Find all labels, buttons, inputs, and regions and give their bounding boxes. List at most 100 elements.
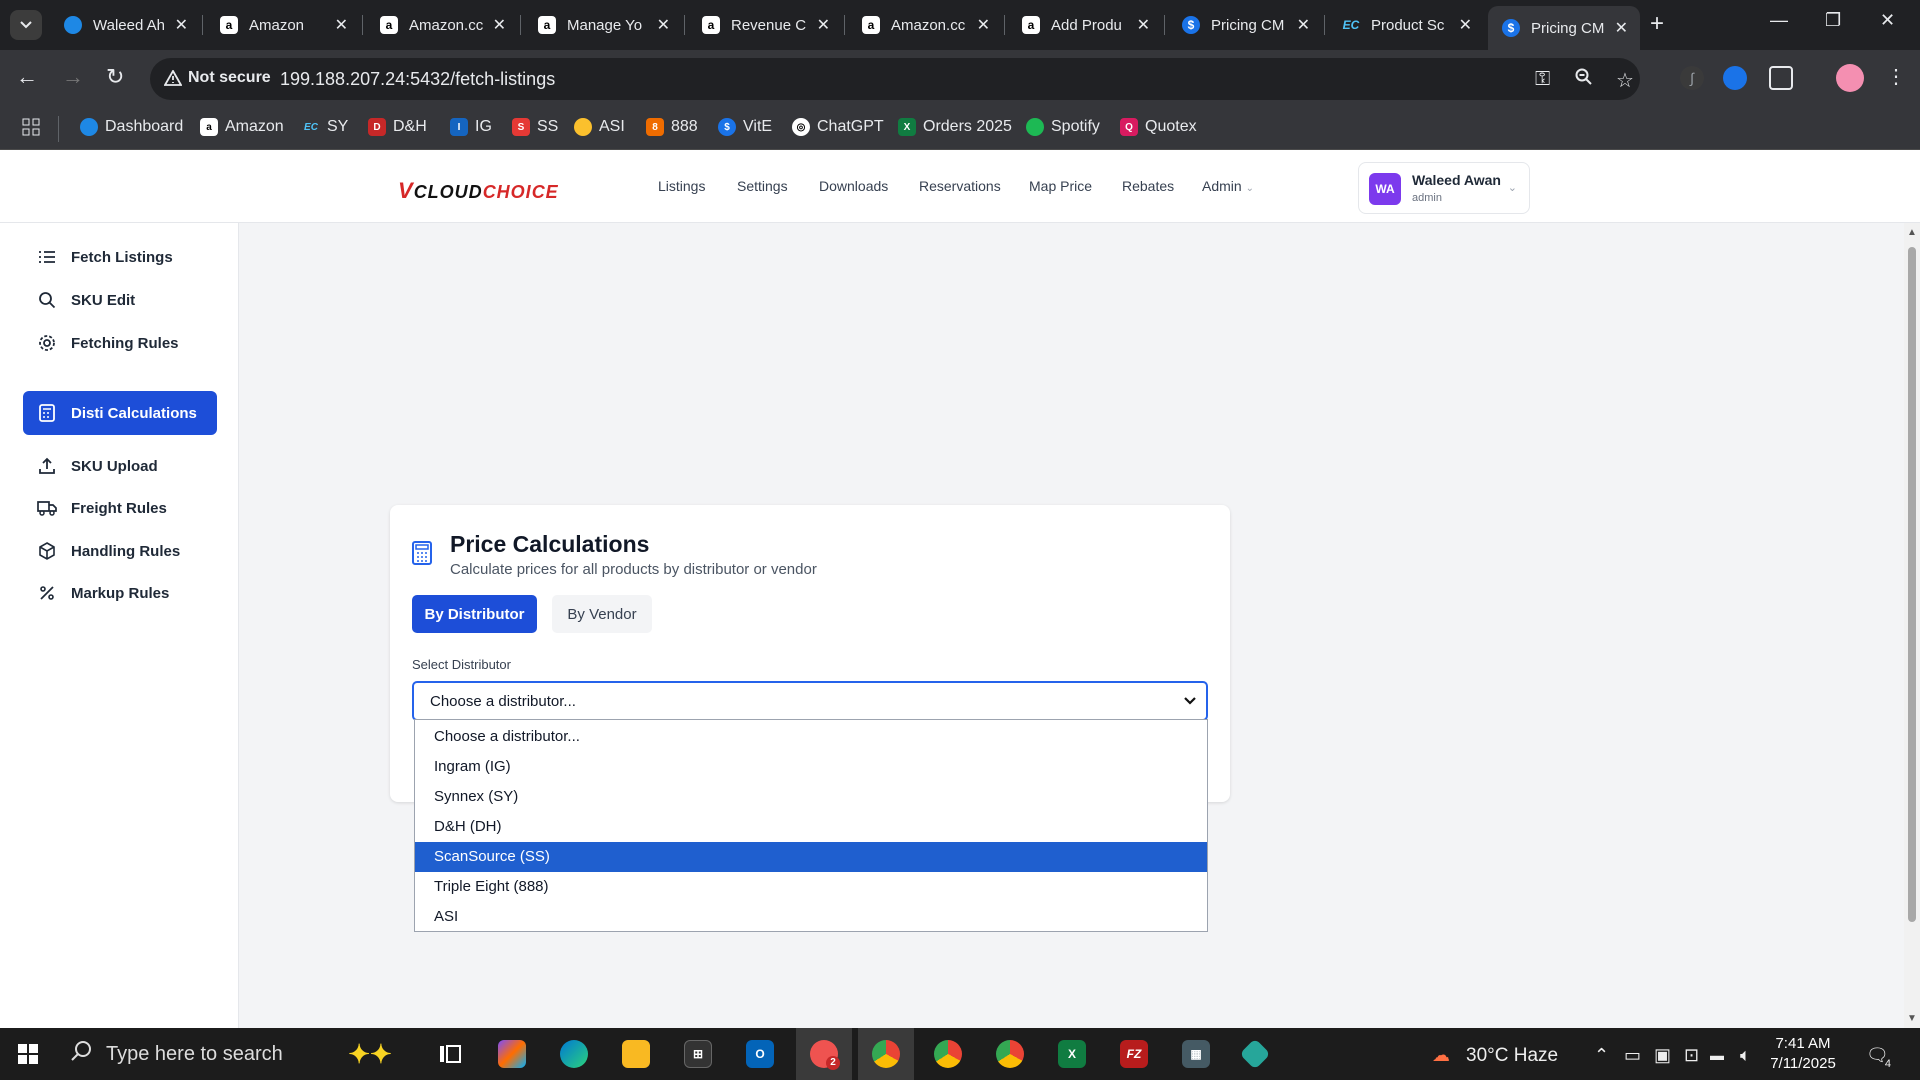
tab-6[interactable]: a Add Produ ✕ xyxy=(1008,8,1162,42)
bookmark-dh[interactable]: D D&H xyxy=(368,118,427,136)
kebab-menu-icon[interactable]: ⋮ xyxy=(1886,66,1906,88)
close-icon[interactable]: ✕ xyxy=(335,15,348,35)
by-distributor-button[interactable]: By Distributor xyxy=(412,595,537,633)
bookmark-vite[interactable]: $ VitE xyxy=(718,118,772,136)
sidebar-item-sku-edit[interactable]: SKU Edit xyxy=(23,278,217,322)
edge-icon[interactable] xyxy=(560,1040,588,1068)
nav-admin[interactable]: Admin ⌄ xyxy=(1202,178,1254,194)
close-icon[interactable]: ✕ xyxy=(1459,15,1472,35)
tab-3[interactable]: a Manage Yo ✕ xyxy=(524,8,682,42)
taskbar-search[interactable]: Type here to search xyxy=(60,1028,360,1080)
window-close-icon[interactable]: ✕ xyxy=(1880,10,1895,31)
bookmark-chatgpt[interactable]: ◎ ChatGPT xyxy=(792,118,884,136)
user-menu[interactable]: WA Waleed Awan admin ⌄ xyxy=(1358,162,1530,214)
sidebar-item-disti-calculations[interactable]: Disti Calculations xyxy=(23,391,217,435)
close-icon[interactable]: ✕ xyxy=(1297,15,1310,35)
forward-icon[interactable]: → xyxy=(62,66,84,88)
bookmark-amazon[interactable]: a Amazon xyxy=(200,118,284,136)
close-icon[interactable]: ✕ xyxy=(1137,15,1150,35)
close-icon[interactable]: ✕ xyxy=(1615,18,1628,38)
meet-icon[interactable]: ▣ xyxy=(1654,1045,1671,1066)
bookmark-dashboard[interactable]: Dashboard xyxy=(80,118,183,136)
network-icon[interactable]: ⊡ xyxy=(1684,1045,1699,1066)
weather-icon[interactable]: ☁ xyxy=(1432,1045,1450,1066)
battery-icon[interactable]: ▬ xyxy=(1710,1047,1724,1063)
notification-icon[interactable]: 🗨︎4 xyxy=(1866,1045,1895,1070)
nav-downloads[interactable]: Downloads xyxy=(819,178,888,194)
reload-icon[interactable]: ↻ xyxy=(106,66,124,88)
close-icon[interactable]: ✕ xyxy=(493,15,506,35)
scroll-down-icon[interactable]: ▼ xyxy=(1907,1013,1917,1024)
nav-settings[interactable]: Settings xyxy=(737,178,788,194)
bookmark-ig[interactable]: I IG xyxy=(450,118,492,136)
option-asi[interactable]: ASI xyxy=(415,902,1207,932)
scroll-up-icon[interactable]: ▲ xyxy=(1907,227,1917,238)
extension-blue-icon[interactable] xyxy=(1723,66,1747,90)
volume-icon[interactable]: 🔈︎ xyxy=(1740,1045,1751,1066)
close-icon[interactable]: ✕ xyxy=(977,15,990,35)
option-ingram[interactable]: Ingram (IG) xyxy=(415,752,1207,782)
nav-rebates[interactable]: Rebates xyxy=(1122,178,1174,194)
close-icon[interactable]: ✕ xyxy=(817,15,830,35)
excel-icon[interactable]: X xyxy=(1058,1040,1086,1068)
back-icon[interactable]: ← xyxy=(16,66,38,88)
profile-avatar-icon[interactable] xyxy=(1836,64,1864,92)
chevron-up-icon[interactable]: ⌃ xyxy=(1594,1045,1609,1066)
address-bar[interactable]: Not secure 199.188.207.24:5432/fetch-lis… xyxy=(150,58,1640,100)
filezilla-icon[interactable]: FZ xyxy=(1120,1040,1148,1068)
file-explorer-icon[interactable] xyxy=(622,1040,650,1068)
bookmark-spotify[interactable]: Spotify xyxy=(1026,118,1100,136)
app-diamond-icon[interactable] xyxy=(1239,1038,1271,1070)
close-icon[interactable]: ✕ xyxy=(657,15,670,35)
ms-store-icon[interactable]: ⊞ xyxy=(684,1040,712,1068)
display-icon[interactable]: ▭ xyxy=(1624,1045,1641,1066)
bookmark-sy[interactable]: EC SY xyxy=(302,118,348,136)
bookmark-asi[interactable]: ASI xyxy=(574,118,625,136)
extension-feather-icon[interactable]: ∫ xyxy=(1680,66,1704,90)
vcloudchoice-logo[interactable]: VCLOUDCHOICE xyxy=(398,178,559,204)
windows-start-icon[interactable] xyxy=(18,1044,38,1064)
copilot-icon[interactable] xyxy=(498,1040,526,1068)
sidebar-item-fetching-rules[interactable]: Fetching Rules xyxy=(23,321,217,365)
clock[interactable]: 7:41 AM 7/11/2025 xyxy=(1758,1034,1848,1074)
minimize-icon[interactable]: — xyxy=(1770,10,1788,31)
calculator-app-icon[interactable]: ▦ xyxy=(1182,1040,1210,1068)
outlook-icon[interactable]: O xyxy=(746,1040,774,1068)
distributor-select[interactable]: Choose a distributor... xyxy=(412,681,1208,721)
sidebar-item-freight-rules[interactable]: Freight Rules xyxy=(23,486,217,530)
tab-search-button[interactable] xyxy=(10,10,42,40)
sidebar-item-fetch-listings[interactable]: Fetch Listings xyxy=(23,235,217,279)
by-vendor-button[interactable]: By Vendor xyxy=(552,595,652,633)
not-secure-indicator[interactable]: Not secure xyxy=(164,69,271,87)
sidebar-item-sku-upload[interactable]: SKU Upload xyxy=(23,444,217,488)
copilot-sparkle-icon[interactable]: ✦✦ xyxy=(345,1039,395,1069)
task-view-icon[interactable] xyxy=(436,1040,464,1068)
nav-listings[interactable]: Listings xyxy=(658,178,705,194)
bookmark-quotex[interactable]: Q Quotex xyxy=(1120,118,1197,136)
apps-grid-icon[interactable] xyxy=(22,118,40,136)
chrome-profile-icon[interactable] xyxy=(934,1040,962,1068)
tab-9-active[interactable]: $ Pricing CM ✕ xyxy=(1488,6,1640,50)
nav-map-price[interactable]: Map Price xyxy=(1029,178,1092,194)
page-scrollbar[interactable]: ▲ ▼ xyxy=(1904,223,1920,1028)
option-synnex[interactable]: Synnex (SY) xyxy=(415,782,1207,812)
new-tab-button[interactable]: + xyxy=(1650,12,1664,36)
extensions-puzzle-icon[interactable] xyxy=(1769,66,1793,90)
tab-1[interactable]: a Amazon ✕ xyxy=(206,8,360,42)
tab-7[interactable]: $ Pricing CM ✕ xyxy=(1168,8,1322,42)
option-scansource[interactable]: ScanSource (SS) xyxy=(415,842,1207,872)
bookmark-orders-2025[interactable]: X Orders 2025 xyxy=(898,118,1012,136)
tab-2[interactable]: a Amazon.cc ✕ xyxy=(366,8,518,42)
bookmark-star-icon[interactable]: ☆ xyxy=(1616,68,1634,93)
url-text[interactable]: 199.188.207.24:5432/fetch-listings xyxy=(280,69,555,90)
sidebar-item-handling-rules[interactable]: Handling Rules xyxy=(23,529,217,573)
restore-icon[interactable]: ❐ xyxy=(1825,10,1841,31)
weather-text[interactable]: 30°C Haze xyxy=(1466,1045,1558,1067)
nav-reservations[interactable]: Reservations xyxy=(919,178,1001,194)
option-choose[interactable]: Choose a distributor... xyxy=(415,722,1207,752)
zoom-icon[interactable] xyxy=(1575,68,1593,92)
tab-4[interactable]: a Revenue C ✕ xyxy=(688,8,842,42)
scroll-thumb[interactable] xyxy=(1908,247,1916,922)
bookmark-888[interactable]: 8 888 xyxy=(646,118,698,136)
tab-5[interactable]: a Amazon.cc ✕ xyxy=(848,8,1002,42)
